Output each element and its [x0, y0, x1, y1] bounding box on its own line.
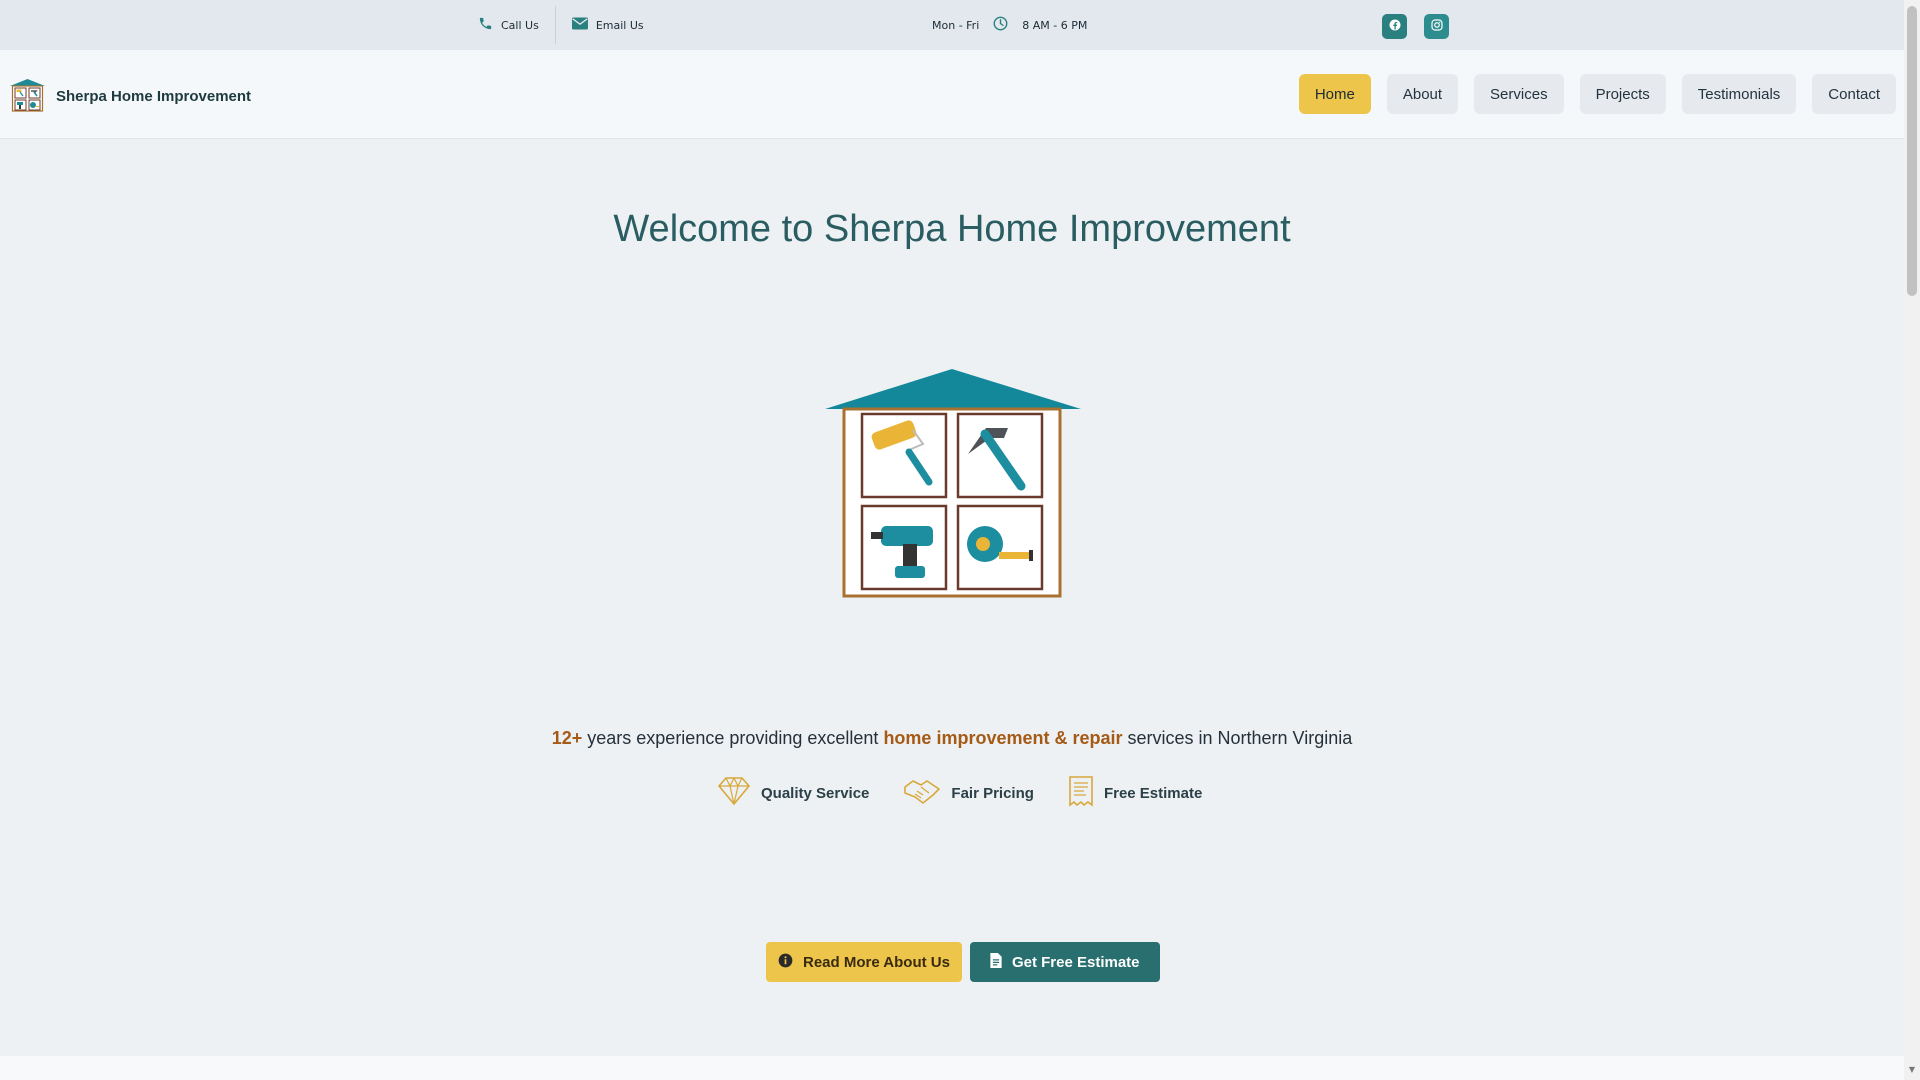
feature-estimate-label: Free Estimate: [1103, 784, 1203, 802]
top-info-bar: Call Us Email Us Mon - Fri 8 AM - 6 PM: [0, 0, 1904, 50]
feature-list: Quality Service Fair Pricing Free Estima…: [717, 775, 1202, 811]
nav-about[interactable]: About: [1386, 74, 1459, 114]
nav-services[interactable]: Services: [1474, 74, 1564, 114]
handshake-icon: [903, 777, 941, 809]
feature-pricing-label: Fair Pricing: [951, 784, 1034, 802]
clock-icon: [993, 16, 1008, 34]
services-highlight: home improvement & repair: [883, 728, 1123, 748]
feature-estimate: Free Estimate: [1068, 775, 1202, 811]
cta-buttons: Read More About Us Get Free Estimate: [766, 942, 1160, 982]
email-us-label: Email Us: [595, 18, 644, 32]
call-us-label: Call Us: [501, 18, 539, 32]
nav-projects[interactable]: Projects: [1579, 74, 1666, 114]
get-estimate-label: Get Free Estimate: [1011, 953, 1140, 971]
feature-quality-label: Quality Service: [761, 784, 870, 802]
diamond-icon: [717, 776, 751, 810]
hero-tagline: 12+ years experience providing excellent…: [0, 728, 1904, 749]
phone-icon: [478, 16, 493, 34]
envelope-icon: [571, 17, 588, 33]
years-highlight: 12+: [551, 728, 583, 748]
nav-home[interactable]: Home: [1298, 74, 1371, 114]
next-section-edge: [0, 1056, 1904, 1080]
nav-contact[interactable]: Contact: [1812, 74, 1896, 114]
instagram-button[interactable]: [1424, 14, 1449, 39]
tagline-text-1: years experience providing excellent: [582, 728, 884, 748]
get-estimate-button[interactable]: Get Free Estimate: [969, 942, 1160, 982]
feature-quality: Quality Service: [717, 776, 869, 810]
read-more-button[interactable]: Read More About Us: [766, 942, 962, 982]
social-links: [1382, 14, 1449, 39]
tagline-text-2: services in Northern Virginia: [1122, 728, 1353, 748]
call-us-link[interactable]: Call Us: [462, 0, 555, 50]
brand-link[interactable]: Sherpa Home Improvement: [9, 76, 251, 116]
hero-title: Welcome to Sherpa Home Improvement: [613, 208, 1291, 250]
facebook-icon: [1389, 19, 1401, 34]
brand-name: Sherpa Home Improvement: [56, 87, 252, 105]
email-us-link[interactable]: Email Us: [556, 0, 660, 50]
contact-links: Call Us Email Us: [462, 0, 660, 50]
facebook-button[interactable]: [1382, 14, 1407, 39]
scroll-down-icon[interactable]: ▼: [1908, 1066, 1916, 1074]
nav-testimonials[interactable]: Testimonials: [1681, 74, 1797, 114]
site-header: Sherpa Home Improvement Home About Servi…: [0, 50, 1904, 139]
page-scrollbar[interactable]: ▼: [1904, 0, 1920, 1080]
info-icon: [778, 953, 793, 972]
logo-icon: [9, 76, 46, 116]
receipt-icon: [1068, 775, 1094, 811]
hero-logo-image: [823, 368, 1083, 604]
days-text: Mon - Fri: [932, 18, 980, 32]
business-hours: Mon - Fri 8 AM - 6 PM: [932, 0, 1087, 50]
document-icon: [990, 952, 1002, 972]
scrollbar-thumb[interactable]: [1907, 6, 1917, 296]
instagram-icon: [1430, 19, 1443, 34]
hours-text: 8 AM - 6 PM: [1022, 18, 1088, 32]
feature-pricing: Fair Pricing: [903, 777, 1034, 809]
main-nav: Home About Services Projects Testimonial…: [1298, 74, 1896, 114]
read-more-label: Read More About Us: [803, 953, 950, 971]
